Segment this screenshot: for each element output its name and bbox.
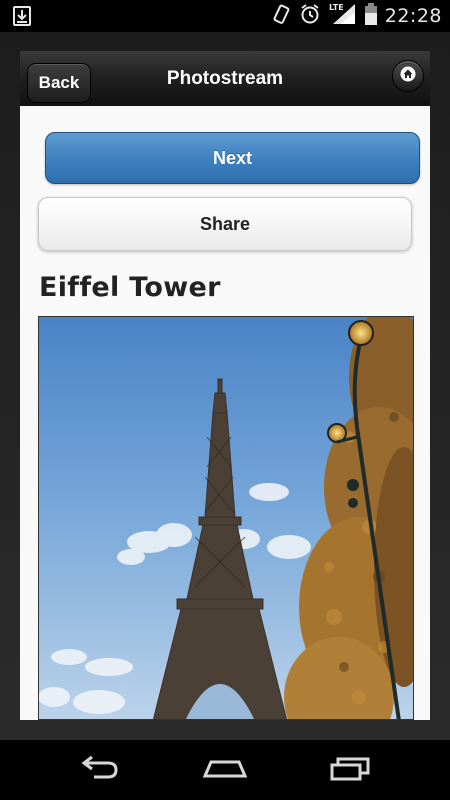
home-nav-icon [201,756,249,785]
recent-apps-icon [328,755,372,786]
next-button[interactable]: Next [45,132,420,184]
signal-icon: LTE [329,2,357,31]
status-bar: LTE 22:28 [0,0,450,32]
back-button[interactable]: Back [27,63,91,103]
header-toolbar: Back Photostream [20,51,430,107]
content-area: Next Share Eiffel Tower [20,106,430,720]
vibrate-icon [271,3,291,30]
recent-apps-nav-button[interactable] [320,752,380,788]
download-icon [12,5,32,27]
home-icon [400,66,416,87]
phone-screen: LTE 22:28 Back Photostream Next Share Ei… [0,0,450,800]
back-nav-button[interactable] [70,752,130,788]
home-button[interactable] [392,60,424,92]
back-nav-icon [78,755,122,786]
battery-icon [364,2,377,30]
photo-title: Eiffel Tower [39,272,221,303]
home-nav-button[interactable] [195,752,255,788]
share-button[interactable]: Share [38,197,412,251]
alarm-icon [299,3,321,30]
eiffel-tower-photo [39,317,413,719]
system-nav-bar [0,740,450,800]
photo-image [38,316,414,720]
network-type-label: LTE [329,3,344,12]
status-time: 22:28 [384,5,442,27]
